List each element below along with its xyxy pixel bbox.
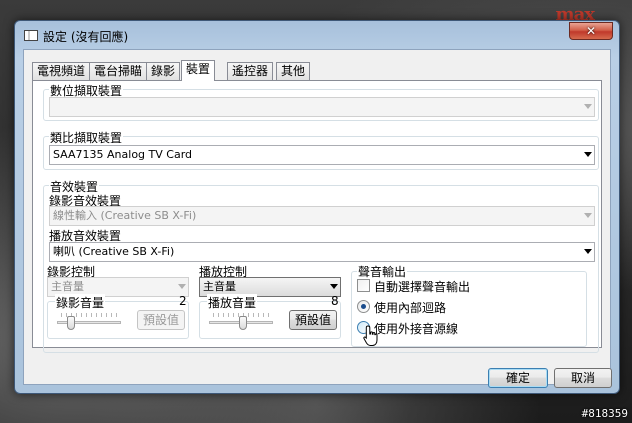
tab-radio-scan[interactable]: 電台掃瞄 xyxy=(89,62,148,81)
tab-other[interactable]: 其他 xyxy=(276,62,311,81)
chevron-down-icon xyxy=(178,284,186,289)
playback-default-button[interactable]: 預設值 xyxy=(289,310,337,330)
tab-remote[interactable]: 遙控器 xyxy=(227,62,274,81)
devices-panel: 數位擷取裝置 類比擷取裝置 SAA7135 Analog TV Card 音效裝… xyxy=(32,80,602,353)
record-audio-value: 線性輸入 (Creative SB X-Fi) xyxy=(53,209,197,222)
app-icon xyxy=(24,30,38,41)
window-title: 設定 (沒有回應) xyxy=(43,30,129,44)
playback-source-value: 主音量 xyxy=(203,280,236,293)
settings-dialog: 設定 (沒有回應) ✕ 電視頻道 電台掃瞄 錄影 裝置 遙控器 其他 數位擷取裝… xyxy=(14,20,620,394)
playback-audio-value: 喇叭 (Creative SB X-Fi) xyxy=(53,245,175,258)
auto-select-label[interactable]: 自動選擇聲音輸出 xyxy=(374,278,470,295)
chevron-down-icon xyxy=(584,152,592,157)
internal-loop-radio[interactable] xyxy=(357,300,370,313)
chevron-down-icon xyxy=(584,104,592,109)
record-volume-label: 錄影音量 xyxy=(55,294,106,311)
dialog-client: 電視頻道 電台掃瞄 錄影 裝置 遙控器 其他 數位擷取裝置 類比擷取裝置 SAA… xyxy=(23,49,612,388)
chevron-down-icon xyxy=(330,284,338,289)
auto-select-checkbox[interactable] xyxy=(357,279,370,292)
external-cable-label[interactable]: 使用外接音源線 xyxy=(374,320,458,337)
watermark: #818359 xyxy=(581,407,628,420)
title-bar[interactable]: 設定 (沒有回應) ✕ xyxy=(15,21,619,49)
playback-volume-slider[interactable] xyxy=(239,316,247,330)
playback-audio-select[interactable]: 喇叭 (Creative SB X-Fi) xyxy=(49,242,595,262)
record-volume-slider[interactable] xyxy=(67,316,75,330)
hand-cursor-icon xyxy=(363,325,378,346)
record-source-value: 主音量 xyxy=(51,280,84,293)
record-volume-value: 2 xyxy=(179,294,187,308)
chevron-down-icon xyxy=(584,213,592,218)
tab-recording[interactable]: 錄影 xyxy=(146,62,181,81)
analog-capture-value: SAA7135 Analog TV Card xyxy=(53,148,193,161)
analog-capture-select[interactable]: SAA7135 Analog TV Card xyxy=(49,145,595,165)
close-button[interactable]: ✕ xyxy=(569,22,613,40)
internal-loop-label[interactable]: 使用內部迴路 xyxy=(374,299,446,316)
playback-volume-value: 8 xyxy=(331,294,339,308)
chevron-down-icon xyxy=(584,249,592,254)
tab-devices[interactable]: 裝置 xyxy=(181,60,216,81)
analog-capture-label: 類比擷取裝置 xyxy=(49,129,124,146)
playback-volume-label: 播放音量 xyxy=(207,294,258,311)
tab-tv-channels[interactable]: 電視頻道 xyxy=(32,62,91,81)
record-default-button[interactable]: 預設值 xyxy=(137,310,185,330)
record-audio-select[interactable]: 線性輸入 (Creative SB X-Fi) xyxy=(49,206,595,226)
cancel-button[interactable]: 取消 xyxy=(554,368,612,388)
digital-capture-select[interactable] xyxy=(49,97,595,117)
ok-button[interactable]: 確定 xyxy=(488,368,548,388)
